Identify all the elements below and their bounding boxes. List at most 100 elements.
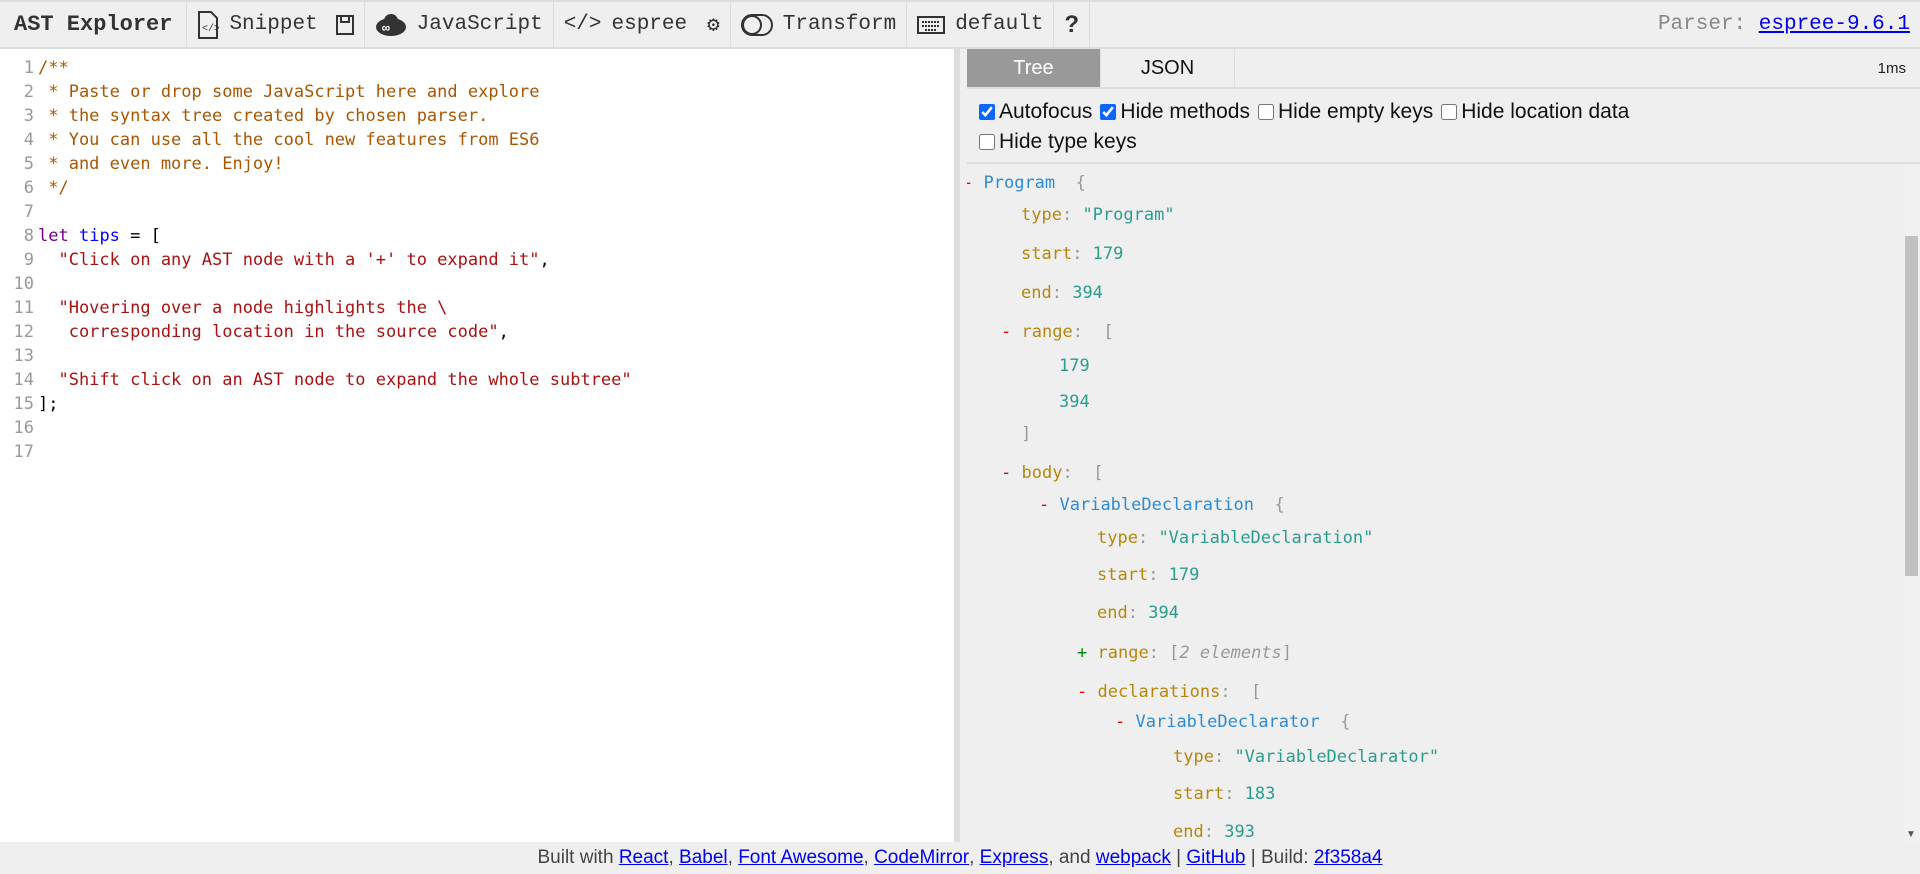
keymap-menu[interactable]: default [907,2,1055,47]
help-button[interactable]: ? [1054,2,1091,47]
code-line[interactable]: 17 [0,440,38,464]
code-token-comment: /** [38,58,69,78]
gear-icon[interactable]: ⚙ [707,12,720,38]
line-number: 1 [23,58,34,78]
tree-property[interactable]: + range: [2 elements] [1077,638,1292,668]
link-build[interactable]: 2f358a4 [1314,847,1383,869]
code-line[interactable]: 8 let tips = [ [0,224,161,248]
link-webpack[interactable]: webpack [1096,847,1171,869]
snippet-menu[interactable]: </> Snippet [187,2,365,47]
property-key: body [1021,463,1063,483]
collapse-toggle[interactable]: - [1001,463,1011,483]
collapse-toggle[interactable]: - [1039,495,1049,515]
code-line[interactable]: 13 [0,344,38,368]
punctuation [973,173,983,193]
code-line[interactable]: 5 * and even more. Enjoy! [0,152,284,176]
tree-property: type: "Program" [1021,200,1175,230]
link-font-awesome[interactable]: Font Awesome [738,847,863,869]
tree-property[interactable]: - declarations: [ [1077,677,1261,707]
checkbox[interactable] [979,104,995,120]
parse-time: 1ms [1877,59,1906,77]
tree-property: end: 394 [1021,278,1103,308]
transform-toggle[interactable]: Transform [731,2,908,47]
punctuation [1087,643,1097,663]
code-line[interactable]: 7 [0,200,38,224]
scrollbar-thumb[interactable] [1905,236,1918,576]
expand-toggle[interactable]: + [1077,643,1087,663]
property-key: start [1173,784,1225,804]
punctuation: : [1051,283,1073,303]
string-value: "VariableDeclarator" [1234,747,1440,767]
tree-node[interactable]: - VariableDeclarator { [1115,707,1350,737]
collapse-toggle[interactable]: - [1115,712,1125,732]
code-line[interactable]: 1/** [0,56,69,80]
parser-menu[interactable]: </> espree ⚙ [554,2,731,47]
line-number: 8 [23,226,34,246]
option-label: Hide empty keys [1277,100,1434,123]
scroll-down-arrow-icon[interactable]: ▼ [1906,829,1916,840]
code-line[interactable]: 16 [0,416,38,440]
tab-tree[interactable]: Tree [967,49,1101,87]
code-line[interactable]: 12 corresponding location in the source … [0,320,509,344]
option-label: Hide location data [1461,100,1630,123]
collapse-toggle[interactable]: - [1001,322,1011,342]
checkbox[interactable] [1257,104,1274,120]
option-autofocus[interactable]: Autofocus [979,97,1092,127]
property-key: type [1097,528,1138,548]
property-key: start [1097,565,1149,585]
link-react[interactable]: React [619,847,669,869]
link-babel[interactable]: Babel [679,847,728,869]
option-hide-location-data[interactable]: Hide location data [1441,97,1629,127]
checkbox[interactable] [979,134,995,150]
option-hide-type-keys[interactable]: Hide type keys [979,127,1137,157]
tab-json[interactable]: JSON [1101,49,1235,87]
code-line[interactable]: 11 "Hovering over a node highlights the … [0,296,448,320]
tree-node[interactable]: - Program { [967,168,1086,198]
code-line[interactable]: 4 * You can use all the cool new feature… [0,128,540,152]
code-line[interactable]: 15]; [0,392,59,416]
close-bracket: ] [1021,424,1032,444]
build-label: Build: [1261,847,1309,868]
code-line[interactable]: 2 * Paste or drop some JavaScript here a… [0,80,540,104]
transform-label: Transform [782,13,897,36]
tree-property[interactable]: - body: [ [1001,458,1103,488]
line-number: 15 [13,394,34,414]
line-number: 6 [23,178,34,198]
tree-property: end: 393 [1173,817,1255,842]
tree-property: start: 183 [1173,779,1275,809]
link-codemirror[interactable]: CodeMirror [874,847,969,869]
link-express[interactable]: Express [980,847,1049,869]
svg-text:</>: </> [202,23,219,35]
code-line[interactable]: 10 [0,272,38,296]
tree-scrollbar[interactable]: ▼ [1903,166,1920,842]
code-line[interactable]: 9 "Click on any AST node with a '+' to e… [0,248,550,272]
node-type: VariableDeclarator [1135,712,1320,732]
node-type: Program [983,173,1056,193]
option-hide-empty-keys[interactable]: Hide empty keys [1257,97,1434,127]
tree-property[interactable]: - range: [ [1001,317,1114,347]
output-panel: Tree JSON 1ms Autofocus Hide methods Hide … [967,49,1920,842]
code-line[interactable]: 14 "Shift click on an AST node to expand… [0,368,632,392]
language-menu[interactable]: ∞ JavaScript [365,2,554,47]
option-label: Hide type keys [999,130,1137,153]
code-line[interactable]: 3 * the syntax tree created by chosen pa… [0,104,489,128]
code-line[interactable]: 6 */ [0,176,69,200]
punctuation [1049,495,1059,515]
parser-version-link[interactable]: espree-9.6.1 [1759,13,1910,36]
number-value: 394 [1059,392,1090,412]
checkbox[interactable] [1100,104,1117,120]
checkbox[interactable] [1441,104,1458,120]
property-key: range [1097,643,1149,663]
save-icon[interactable] [335,14,354,35]
code-token-str: "Click on any AST node with a '+' to exp… [38,250,540,270]
option-hide-methods[interactable]: Hide methods [1100,97,1250,127]
punctuation [1011,322,1021,342]
punctuation: : [1127,603,1149,623]
tree-property: type: "VariableDeclaration" [1097,523,1373,553]
code-editor[interactable]: 1/** 2 * Paste or drop some JavaScript he… [0,49,960,842]
punctuation: : [1062,463,1083,483]
link-github[interactable]: GitHub [1186,847,1245,869]
collapse-toggle[interactable]: - [1077,682,1087,702]
tree-node[interactable]: - VariableDeclaration { [1039,490,1285,520]
